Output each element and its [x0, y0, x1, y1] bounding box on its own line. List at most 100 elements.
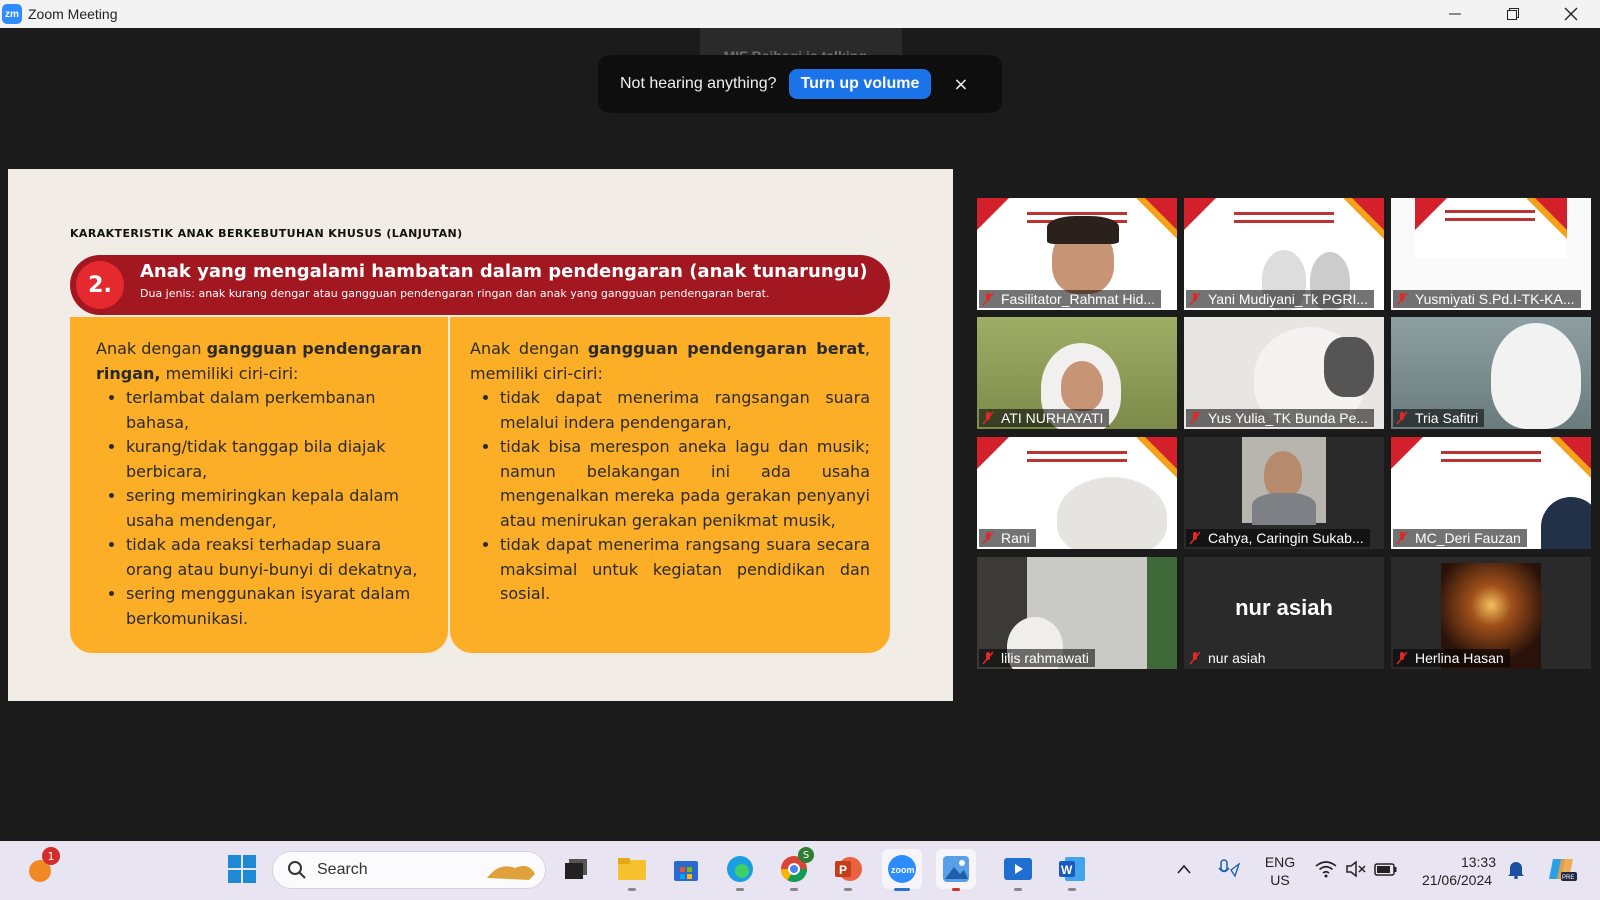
edge-button[interactable] [720, 849, 760, 891]
slide-column-right: Anak dengan gangguan pendengaran berat, … [450, 317, 890, 653]
event-banner [1391, 437, 1591, 497]
toast-close-icon[interactable]: × [953, 74, 968, 95]
list-item: tidak ada reaksi terhadap suara orang at… [126, 533, 430, 582]
task-view-button[interactable] [556, 849, 596, 889]
muted-mic-icon [1396, 651, 1408, 665]
word-button[interactable]: W [1052, 849, 1092, 891]
taskbar-search[interactable]: Search [272, 851, 546, 889]
edge-browser-icon [727, 856, 753, 882]
participant-name-label: Cahya, Caringin Sukab... [1186, 529, 1370, 547]
participant-tile[interactable]: MC_Deri Fauzan [1391, 437, 1591, 549]
media-player-button[interactable] [998, 849, 1038, 891]
participant-name-label: Rani [979, 529, 1036, 547]
running-indicator [628, 888, 636, 891]
battery-charging-icon [1374, 863, 1397, 876]
participant-name-label: nur asiah [1186, 649, 1272, 667]
zoom-logo-icon: zm [2, 4, 22, 24]
muted-mic-icon [982, 651, 994, 665]
start-button[interactable] [222, 849, 262, 889]
running-indicator [952, 888, 960, 891]
powerpoint-button[interactable]: P [828, 849, 868, 891]
muted-mic-icon [1396, 292, 1408, 306]
muted-mic-icon [982, 531, 994, 545]
muted-mic-icon [1189, 411, 1201, 425]
clock-time: 13:33 [1460, 854, 1496, 870]
participant-display-name: nur asiah [1235, 595, 1333, 620]
running-indicator [790, 888, 798, 891]
zoom-taskbar-button[interactable]: zoom [882, 849, 922, 891]
network-button[interactable] [1312, 849, 1340, 889]
participant-video [1252, 493, 1316, 525]
svg-text:PRE: PRE [1562, 875, 1574, 881]
file-explorer-button[interactable] [612, 849, 652, 891]
meeting-stage: MIF Baihaqi is talking... Not hearing an… [0, 28, 1600, 841]
minimize-button[interactable] [1426, 0, 1484, 28]
participant-tile[interactable]: nur asiah nur asiah [1184, 557, 1384, 669]
slide-title: Anak yang mengalami hambatan dalam pende… [140, 261, 868, 282]
participant-video [1264, 451, 1302, 497]
microphone-tray-button[interactable] [1214, 849, 1244, 889]
active-indicator [894, 888, 910, 891]
notifications-button[interactable] [1502, 849, 1530, 889]
participant-video [1324, 337, 1374, 397]
input-language-indicator[interactable]: ENG US [1260, 853, 1300, 889]
left-intro: Anak dengan gangguan pendengaran ringan,… [96, 339, 422, 383]
windows-logo-icon [228, 855, 256, 883]
participant-tile[interactable]: Yani Mudiyani_Tk PGRI... [1184, 198, 1384, 310]
clock[interactable]: 13:33 21/06/2024 [1412, 853, 1502, 889]
participant-tile[interactable]: Herlina Hasan [1391, 557, 1591, 669]
copilot-button[interactable]: PRE [1544, 849, 1580, 889]
muted-mic-icon [1189, 292, 1201, 306]
close-icon [1564, 7, 1578, 21]
battery-button[interactable] [1372, 849, 1400, 889]
store-button[interactable] [666, 849, 706, 889]
restore-button[interactable] [1484, 0, 1542, 28]
search-placeholder: Search [317, 861, 368, 878]
list-item: terlambat dalam perkembanan bahasa, [126, 386, 430, 435]
svg-text:zoom: zoom [891, 865, 915, 875]
participant-name-label: Fasilitator_Rahmat Hid... [979, 290, 1162, 308]
participant-tile[interactable]: Tria Safitri [1391, 317, 1591, 429]
window-title: Zoom Meeting [28, 6, 118, 22]
turn-up-volume-button[interactable]: Turn up volume [788, 69, 932, 99]
slide-number-badge: 2. [76, 261, 124, 309]
taskbar: 1 Search S P zoom W ENG US 13:33 21/06/2… [0, 841, 1600, 900]
photos-button[interactable] [936, 849, 976, 891]
participant-tile[interactable]: Yusmiyati S.Pd.I-TK-KA... [1391, 198, 1591, 310]
participant-tile[interactable]: Yus Yulia_TK Bunda Pe... [1184, 317, 1384, 429]
participant-tile[interactable]: Cahya, Caringin Sukab... [1184, 437, 1384, 549]
running-indicator [1068, 888, 1076, 891]
participant-name-label: Tria Safitri [1393, 409, 1485, 427]
search-icon [288, 861, 306, 879]
participant-tile[interactable]: ATI NURHAYATI [977, 317, 1177, 429]
muted-mic-icon [1396, 531, 1408, 545]
left-list: terlambat dalam perkembanan bahasa, kura… [126, 386, 430, 631]
toast-message: Not hearing anything? [620, 75, 777, 92]
folder-icon [618, 858, 646, 880]
close-window-button[interactable] [1542, 0, 1600, 28]
widgets-button[interactable]: 1 [20, 847, 60, 889]
running-indicator [736, 888, 744, 891]
participant-video [1147, 557, 1177, 669]
participant-tile[interactable]: lilis rahmawati [977, 557, 1177, 669]
chrome-profile-badge: S [798, 847, 814, 863]
slide-subtitle: Dua jenis: anak kurang dengar atau gangg… [140, 287, 770, 300]
shared-slide: KARAKTERISTIK ANAK BERKEBUTUHAN KHUSUS (… [8, 169, 953, 701]
participant-tile[interactable]: Fasilitator_Rahmat Hid... [977, 198, 1177, 310]
svg-text:W: W [1061, 863, 1073, 877]
participant-video [1057, 477, 1167, 549]
window-controls [1426, 0, 1600, 28]
photos-icon [943, 856, 969, 882]
svg-text:P: P [839, 863, 847, 877]
show-hidden-icons-button[interactable] [1172, 849, 1196, 889]
running-indicator [1014, 888, 1022, 891]
muted-mic-icon [982, 292, 994, 306]
chrome-button[interactable]: S [774, 847, 814, 891]
volume-button[interactable] [1342, 849, 1370, 889]
list-item: kurang/tidak tanggap bila diajak berbica… [126, 435, 430, 484]
list-item: sering menggunakan isyarat dalam berkomu… [126, 582, 430, 631]
participant-tile[interactable]: Rani [977, 437, 1177, 549]
microphone-in-use-icon [1218, 859, 1241, 878]
participant-name-label: lilis rahmawati [979, 649, 1095, 667]
running-indicator [844, 888, 852, 891]
